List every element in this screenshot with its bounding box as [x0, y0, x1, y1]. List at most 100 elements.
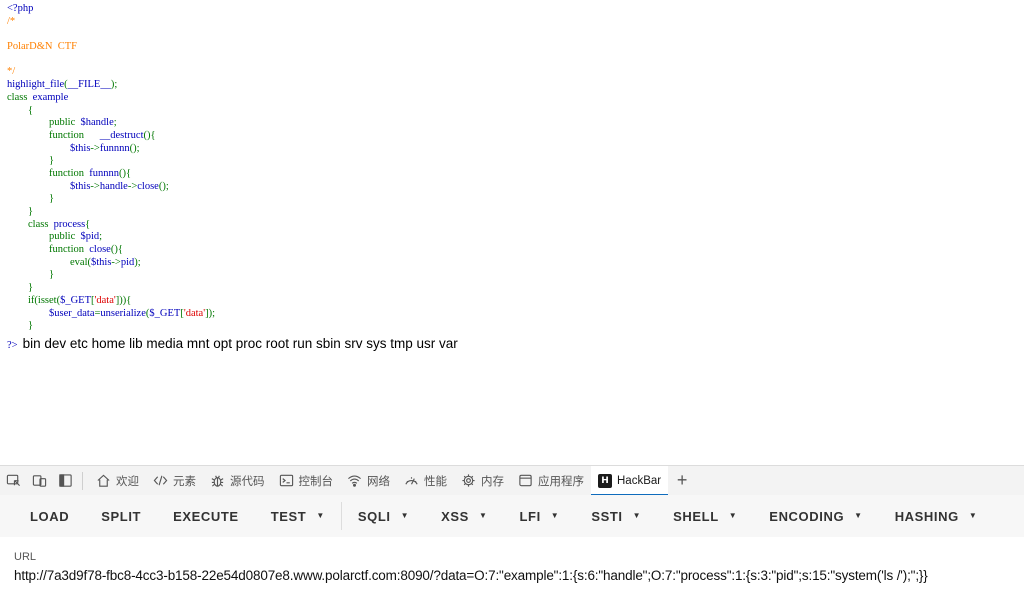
page-output-line: ?> bin dev etc home lib media mnt opt pr… — [7, 336, 458, 352]
code-line: { — [7, 105, 215, 118]
code-token: __FILE__ — [67, 79, 111, 91]
encoding-button[interactable]: ENCODING ▼ — [753, 495, 878, 537]
code-token: } — [7, 155, 55, 167]
shell-button[interactable]: SHELL ▼ — [657, 495, 753, 537]
tab-label: 性能 — [424, 475, 447, 488]
split-button[interactable]: SPLIT — [85, 495, 157, 537]
code-token: (){ — [110, 244, 123, 256]
tab-application[interactable]: 应用程序 — [511, 466, 591, 496]
button-label: LOAD — [30, 508, 70, 524]
wifi-icon — [347, 473, 362, 488]
code-line: } — [7, 269, 215, 282]
code-line: /* — [7, 16, 215, 29]
code-token: public — [7, 231, 81, 243]
code-token: { — [85, 218, 91, 230]
xss-button[interactable]: XSS ▼ — [425, 495, 503, 537]
hashing-button[interactable]: HASHING ▼ — [879, 495, 994, 537]
php-source-code: <?php/* PolarD&N CTF */highlight_file(__FI… — [7, 3, 215, 333]
code-token: class — [7, 91, 33, 103]
tab-label: 应用程序 — [538, 475, 584, 488]
code-token: } — [7, 320, 34, 332]
ssti-button[interactable]: SSTI ▼ — [575, 495, 657, 537]
code-line: <?php — [7, 3, 215, 16]
tab-console[interactable]: 控制台 — [272, 466, 341, 496]
code-line: class process{ — [7, 219, 215, 232]
caret-down-icon: ▼ — [550, 510, 560, 520]
code-line: PolarD&N CTF — [7, 41, 215, 54]
code-token: ])){ — [115, 294, 132, 306]
code-token: example — [32, 91, 69, 103]
tab-sources[interactable]: 源代码 — [203, 466, 272, 496]
code-token: close — [89, 244, 111, 256]
button-label: SSTI — [591, 508, 623, 524]
code-token: $_GET — [149, 307, 181, 319]
tab-performance[interactable]: 性能 — [397, 466, 454, 496]
code-token: $_GET — [60, 294, 91, 306]
code-token: { — [7, 104, 34, 116]
code-token: $this — [70, 142, 91, 154]
tab-label: 内存 — [481, 475, 504, 488]
code-token: (); — [158, 180, 169, 192]
command-output: bin dev etc home lib media mnt opt proc … — [22, 336, 458, 351]
code-token: $this — [70, 180, 91, 192]
tab-network[interactable]: 网络 — [340, 466, 397, 496]
code-token: } — [7, 269, 55, 281]
code-token: $this — [91, 256, 112, 268]
code-line: function __destruct(){ — [7, 130, 215, 143]
execute-button[interactable]: EXECUTE — [157, 495, 255, 537]
code-token: (); — [129, 142, 140, 154]
code-line: function close(){ — [7, 244, 215, 257]
code-token: if(isset( — [7, 294, 61, 306]
code-line: public $handle; — [7, 117, 215, 130]
tab-hackbar[interactable]: H HackBar — [591, 465, 669, 496]
code-token: unserialize — [100, 307, 146, 319]
code-line: } — [7, 193, 215, 206]
add-tab-icon[interactable]: + — [668, 466, 696, 496]
tab-welcome[interactable]: 欢迎 — [89, 466, 146, 496]
code-token: ; — [99, 231, 103, 243]
tab-memory[interactable]: 内存 — [454, 466, 511, 496]
code-line: } — [7, 206, 215, 219]
code-token: pid — [120, 256, 135, 268]
code-token: function — [7, 167, 90, 179]
button-label: TEST — [270, 508, 307, 524]
code-token: funnnn — [89, 167, 119, 179]
code-token: /* — [7, 15, 16, 27]
code-line: $this->funnnn(); — [7, 143, 215, 156]
code-token: -> — [90, 142, 100, 154]
dock-side-icon[interactable] — [52, 466, 78, 496]
code-line: } — [7, 320, 215, 333]
caret-down-icon: ▼ — [400, 510, 410, 520]
code-token: (){ — [143, 129, 156, 141]
load-button[interactable]: LOAD — [14, 495, 85, 537]
caret-down-icon: ▼ — [968, 510, 978, 520]
code-token: } — [7, 206, 34, 217]
url-input[interactable]: http://7a3d9f78-fbc8-4cc3-b158-22e54d080… — [14, 568, 1022, 583]
url-area: URL http://7a3d9f78-fbc8-4cc3-b158-22e54… — [14, 551, 1022, 583]
code-token: ; — [113, 117, 117, 129]
lfi-button[interactable]: LFI ▼ — [503, 495, 575, 537]
test-button[interactable]: TEST ▼ — [255, 495, 341, 537]
code-line: } — [7, 155, 215, 168]
caret-down-icon: ▼ — [316, 510, 325, 520]
tab-divider — [82, 471, 83, 490]
code-token: -> — [111, 256, 121, 268]
code-token: highlight_file — [7, 79, 65, 91]
devtools-tab-bar: 欢迎 元素 源代码 控制台 网络 性能 内存 应用程序 H HackBar + — [0, 465, 1024, 496]
device-emulation-icon[interactable] — [26, 466, 52, 496]
code-line: eval($this->pid); — [7, 257, 215, 270]
code-token: } — [7, 282, 34, 294]
tab-label: 控制台 — [298, 475, 334, 488]
code-line: class example — [7, 92, 215, 105]
home-icon — [96, 473, 111, 488]
button-label: ENCODING — [769, 508, 845, 524]
tab-elements[interactable]: 元素 — [146, 466, 203, 496]
caret-down-icon: ▼ — [632, 510, 642, 520]
sqli-button[interactable]: SQLI ▼ — [342, 495, 425, 537]
inspect-element-icon[interactable] — [0, 466, 26, 496]
chip-icon — [461, 473, 476, 488]
caret-down-icon: ▼ — [478, 510, 488, 520]
